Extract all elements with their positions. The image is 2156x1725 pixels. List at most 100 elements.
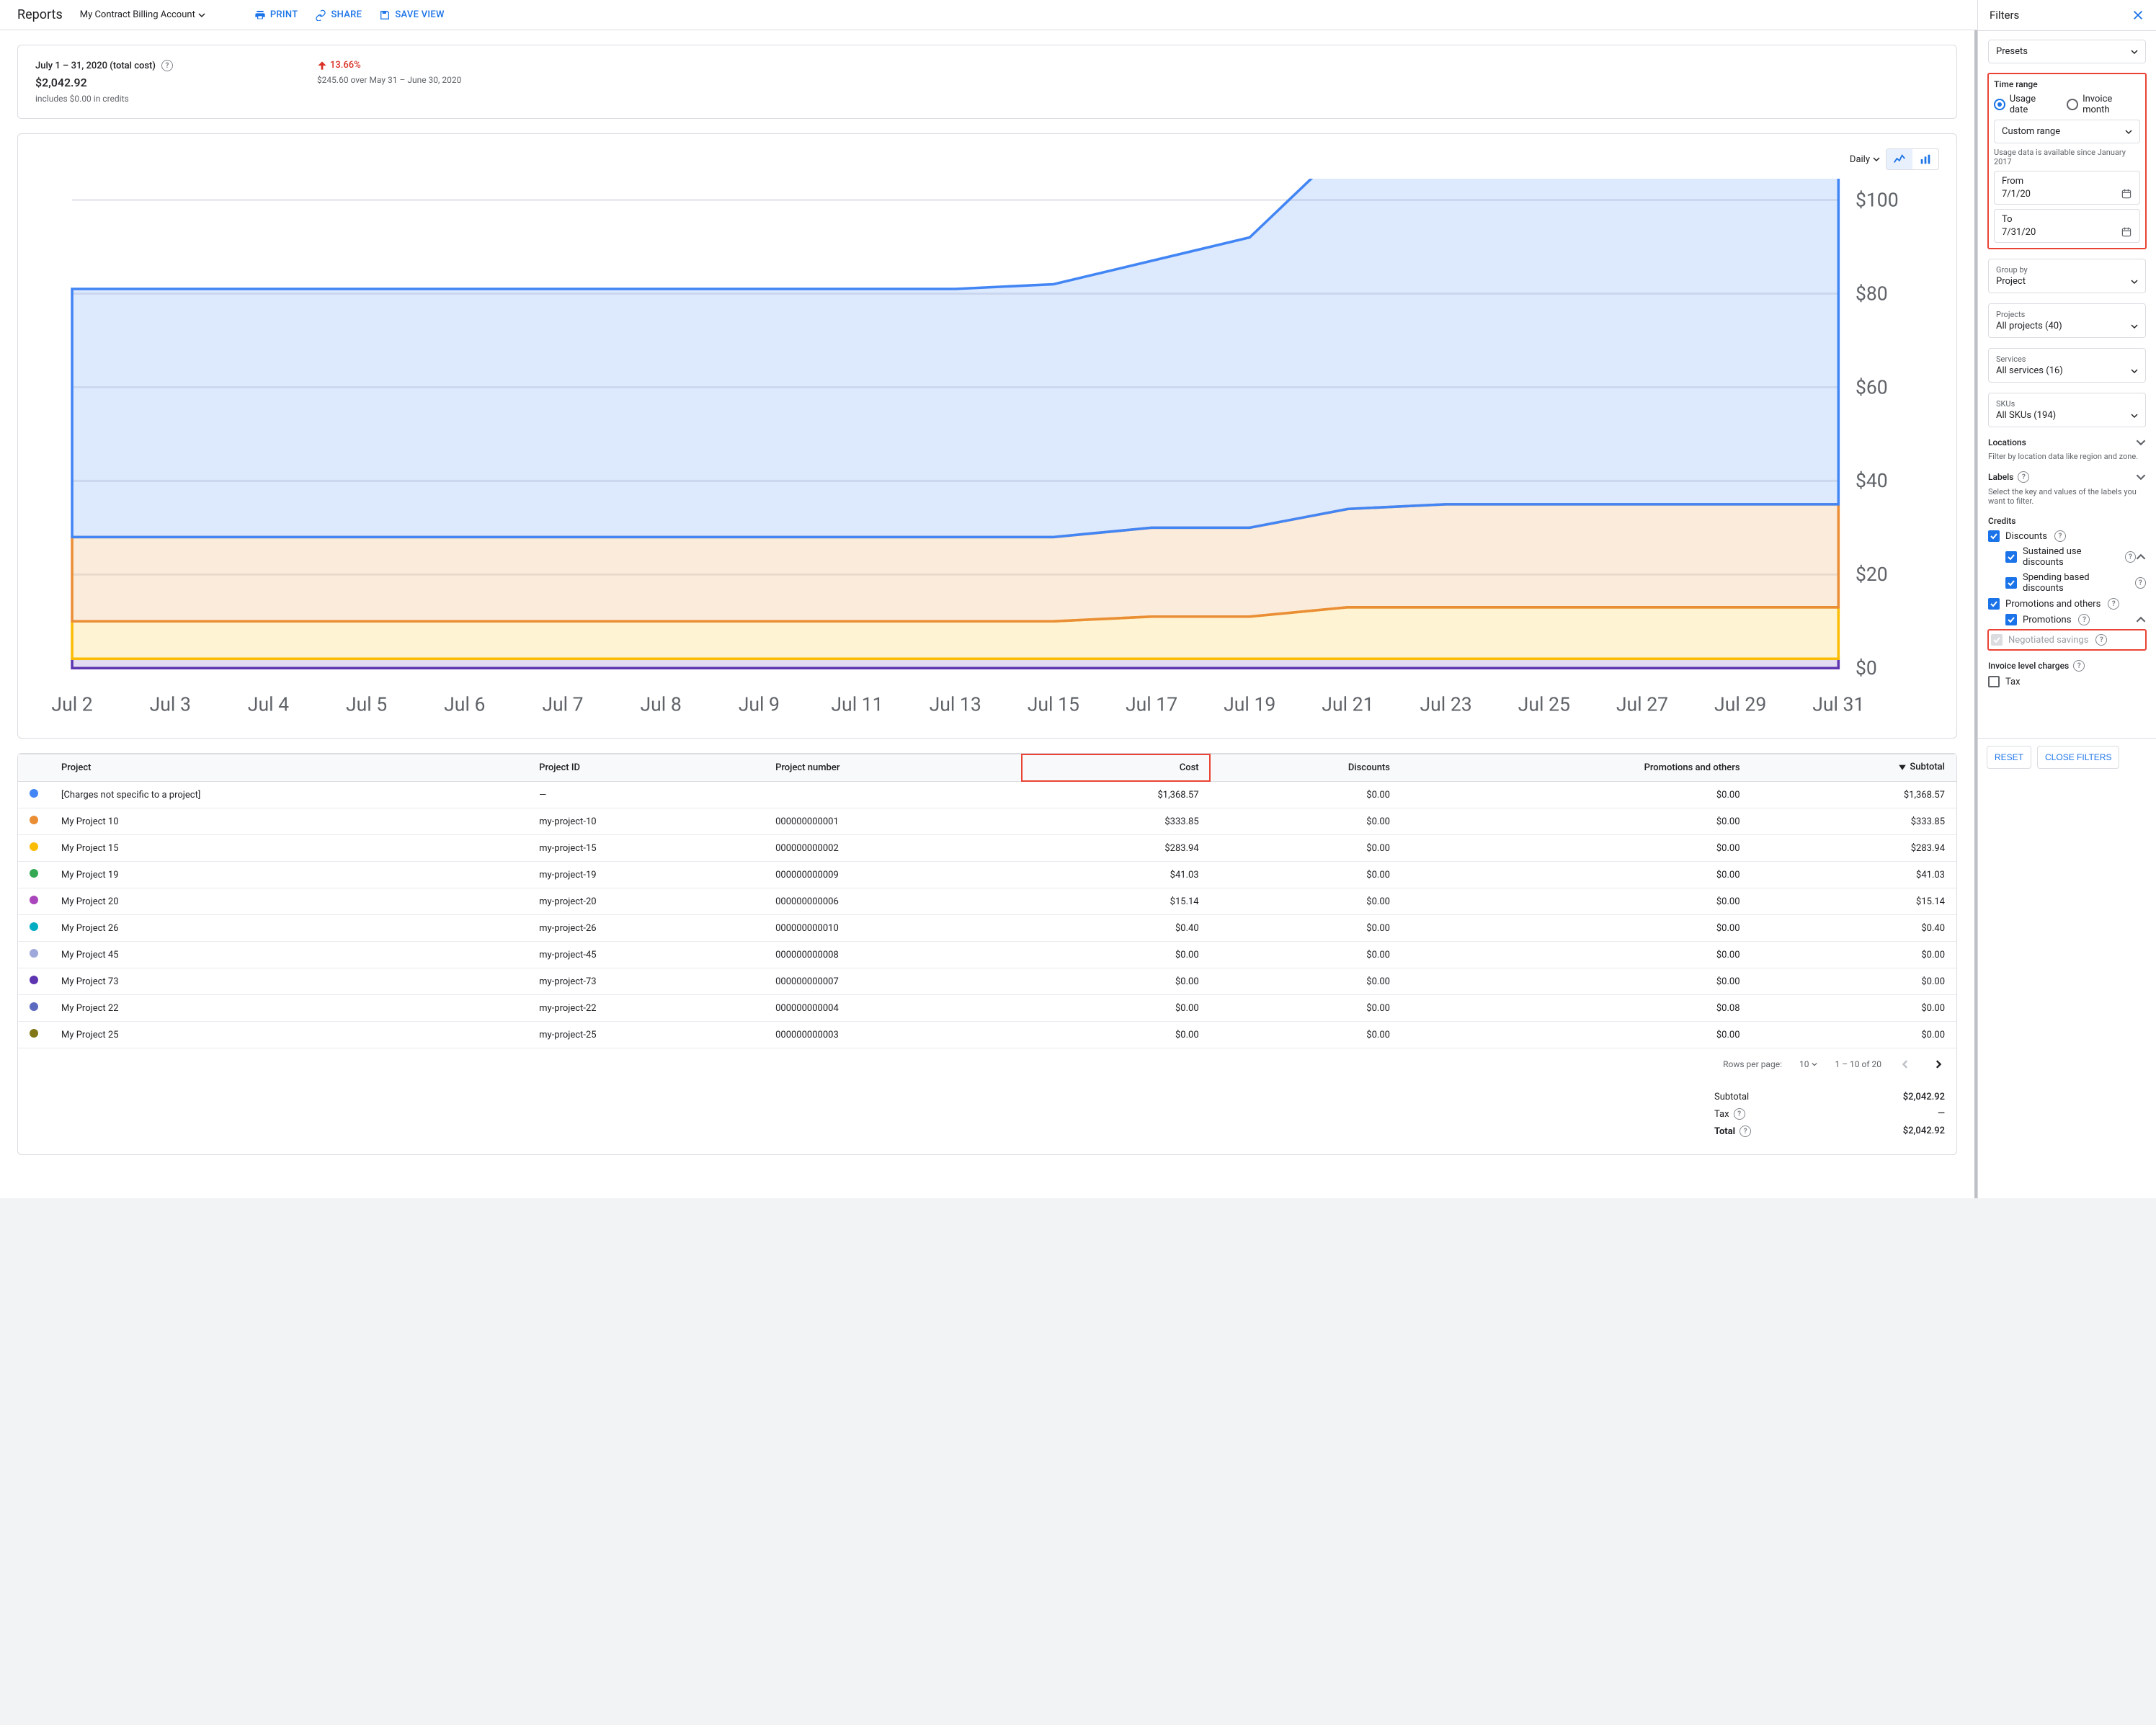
cell-project: My Project 15 [50, 835, 527, 862]
print-button[interactable]: PRINT [254, 9, 298, 21]
table-row: My Project 73 my-project-73 000000000007… [18, 968, 1956, 995]
help-icon[interactable]: ? [1734, 1108, 1745, 1120]
cell-subtotal: $0.40 [1752, 915, 1956, 942]
cell-cost: $0.00 [1021, 995, 1210, 1022]
granularity-selector[interactable]: Daily [1850, 154, 1880, 165]
calendar-icon [2121, 226, 2132, 238]
help-icon[interactable]: ? [161, 60, 173, 71]
negotiated-checkbox: Negotiated savings? [1988, 630, 2146, 650]
cost-table-card: Project Project ID Project number Cost D… [17, 753, 1957, 1156]
next-page-button[interactable] [1930, 1057, 1945, 1071]
cell-project-number: 000000000004 [764, 995, 1021, 1022]
help-icon[interactable]: ? [2108, 598, 2119, 610]
summary-range: July 1 – 31, 2020 (total cost) [35, 61, 156, 71]
col-project[interactable]: Project [50, 754, 527, 782]
cell-project-id: my-project-25 [527, 1022, 764, 1048]
filters-panel: Filters Presets Time range Usage date In… [1977, 0, 2156, 1198]
rows-per-page-select[interactable]: 10 [1799, 1059, 1818, 1069]
tax-label: Tax [1714, 1109, 1729, 1120]
svg-text:Jul 4: Jul 4 [248, 693, 289, 716]
collapse-icon[interactable] [2136, 615, 2146, 625]
series-color-dot [30, 896, 38, 904]
subtotal-value: $2,042.92 [1903, 1092, 1945, 1102]
bar-chart-toggle[interactable] [1912, 149, 1938, 169]
help-icon[interactable]: ? [2078, 614, 2090, 625]
total-value: $2,042.92 [1903, 1126, 1945, 1137]
cell-project-number: 000000000008 [764, 942, 1021, 968]
col-project-number[interactable]: Project number [764, 754, 1021, 782]
chevron-down-icon [2131, 367, 2138, 375]
account-selector[interactable]: My Contract Billing Account [80, 9, 205, 20]
save-icon [379, 9, 391, 21]
reset-button[interactable]: RESET [1987, 746, 2031, 769]
save-view-button[interactable]: SAVE VIEW [379, 9, 445, 21]
cell-cost: $1,368.57 [1021, 782, 1210, 808]
series-color-dot [30, 869, 38, 878]
col-discounts[interactable]: Discounts [1211, 754, 1402, 782]
services-select[interactable]: ServicesAll services (16) [1988, 348, 2146, 383]
account-name: My Contract Billing Account [80, 9, 195, 20]
sbd-checkbox[interactable]: Spending based discounts? [2005, 572, 2146, 594]
help-icon[interactable]: ? [2135, 577, 2146, 589]
cell-promo: $0.00 [1402, 942, 1752, 968]
series-color-dot [30, 949, 38, 958]
cell-cost: $41.03 [1021, 862, 1210, 888]
prev-page-button[interactable] [1899, 1057, 1913, 1071]
cell-project-id: my-project-26 [527, 915, 764, 942]
help-icon[interactable]: ? [2073, 660, 2085, 672]
help-icon[interactable]: ? [1740, 1126, 1751, 1137]
invoice-month-radio[interactable]: Invoice month [2067, 94, 2140, 115]
credits-label: Credits [1988, 516, 2146, 526]
expand-icon[interactable] [2136, 437, 2146, 447]
expand-icon[interactable] [2136, 472, 2146, 482]
help-icon[interactable]: ? [2095, 634, 2107, 646]
locations-label: Locations [1988, 437, 2026, 447]
cell-subtotal: $283.94 [1752, 835, 1956, 862]
print-label: PRINT [270, 9, 298, 20]
help-icon[interactable]: ? [2018, 471, 2029, 483]
presets-select[interactable]: Presets [1988, 40, 2146, 63]
share-button[interactable]: SHARE [315, 9, 362, 21]
range-select[interactable]: Custom range [1994, 120, 2140, 143]
cell-project-number [764, 782, 1021, 808]
groupby-select[interactable]: Group byProject [1988, 259, 2146, 293]
svg-text:Jul 29: Jul 29 [1714, 693, 1766, 716]
cell-project: My Project 20 [50, 888, 527, 915]
from-date-input[interactable]: From 7/1/20 [1994, 171, 2140, 205]
promos-checkbox[interactable]: Promotions? [2005, 614, 2090, 625]
skus-select[interactable]: SKUsAll SKUs (194) [1988, 393, 2146, 427]
usage-date-radio[interactable]: Usage date [1994, 94, 2055, 115]
chevron-right-icon [1933, 1060, 1942, 1069]
close-filters-icon[interactable] [2132, 9, 2144, 22]
cell-project: [Charges not specific to a project] [50, 782, 527, 808]
chevron-down-icon [2131, 323, 2138, 330]
projects-select[interactable]: ProjectsAll projects (40) [1988, 303, 2146, 338]
cell-subtotal: $15.14 [1752, 888, 1956, 915]
collapse-icon[interactable] [2136, 552, 2146, 562]
cell-subtotal: $0.00 [1752, 1022, 1956, 1048]
col-subtotal[interactable]: Subtotal [1752, 754, 1956, 782]
time-range-section: Time range Usage date Invoice month Cust… [1988, 73, 2146, 249]
help-icon[interactable]: ? [2125, 551, 2136, 563]
col-project-id[interactable]: Project ID [527, 754, 764, 782]
sud-checkbox[interactable]: Sustained use discounts? [2005, 546, 2136, 568]
chevron-down-icon [198, 12, 205, 19]
col-promo[interactable]: Promotions and others [1402, 754, 1752, 782]
chevron-down-icon [2136, 472, 2146, 482]
cell-discounts: $0.00 [1211, 942, 1402, 968]
discounts-checkbox[interactable]: Discounts? [1988, 530, 2146, 542]
help-icon[interactable]: ? [2054, 530, 2066, 542]
svg-text:Jul 7: Jul 7 [542, 693, 583, 716]
series-color-dot [30, 816, 38, 824]
col-cost[interactable]: Cost [1021, 754, 1210, 782]
cell-promo: $0.00 [1402, 835, 1752, 862]
cell-discounts: $0.00 [1211, 968, 1402, 995]
close-filters-button[interactable]: CLOSE FILTERS [2037, 746, 2119, 769]
chevron-down-icon [2125, 128, 2132, 135]
promo-checkbox[interactable]: Promotions and others? [1988, 598, 2146, 610]
to-date-input[interactable]: To 7/31/20 [1994, 209, 2140, 243]
tax-checkbox[interactable]: Tax [1988, 676, 2146, 687]
delta-pct: 13.66% [330, 60, 361, 71]
svg-text:Jul 25: Jul 25 [1518, 693, 1570, 716]
line-chart-toggle[interactable] [1886, 149, 1912, 169]
